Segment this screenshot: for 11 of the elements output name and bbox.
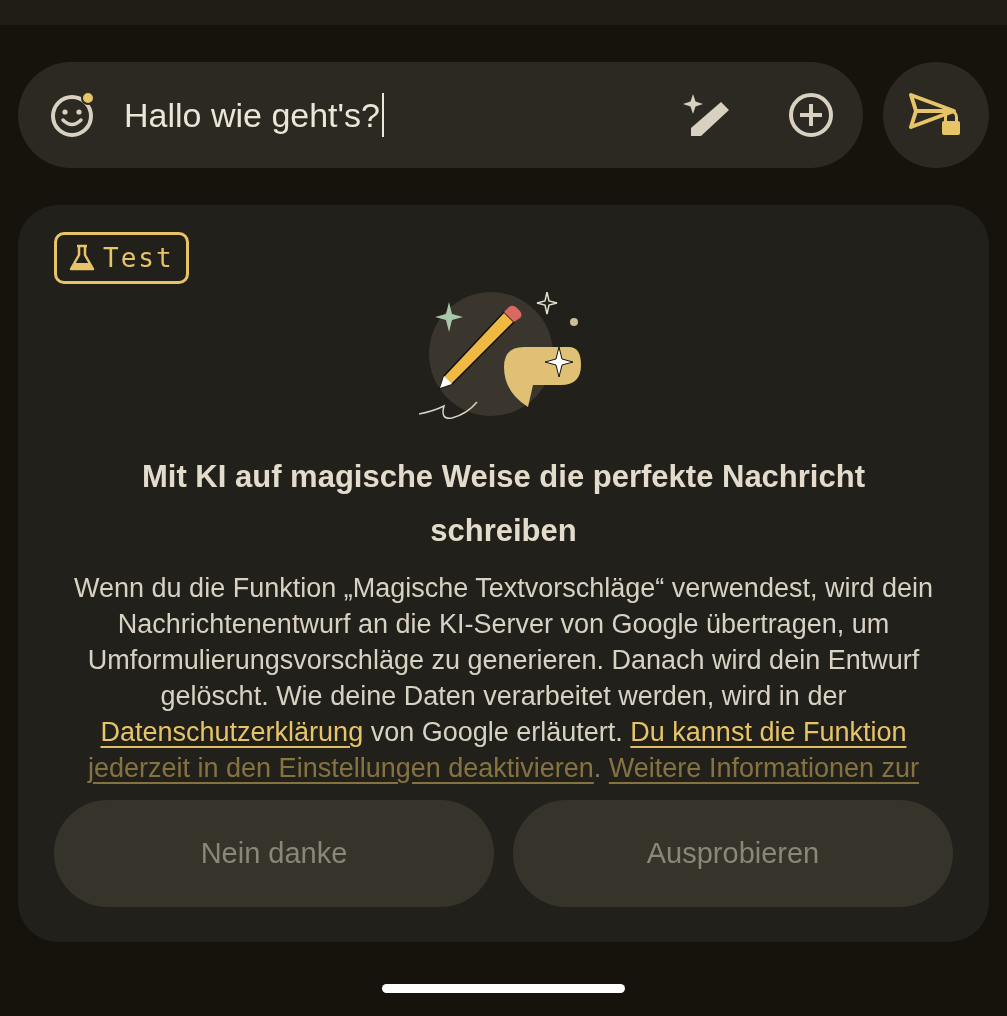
message-text: Hallo wie geht's? [124,93,384,137]
privacy-notice: Wenn du die Funktion „Magische Textvorschläge“ verwendest, wird dein Nachrichtenentwurf an die KI-Server von Google übertragen, um Umformulierungsvorschläge zu generieren. Danach wird dein Entwurf gelöscht. Wie deine Daten verarbeitet werden, wird in der Datenschutzerklärung von Google erläutert. Du kannst die Funktion jederzeit in den Einstellungen deaktivieren. Weitere Informationen zur [73,572,934,785]
card-title: Mit KI auf magische Weise die perfekte Nachricht schreiben [141,458,866,550]
privacy-link[interactable]: Du kannst die Funktion [630,717,907,747]
test-badge: Test [54,232,189,284]
privacy-link[interactable]: Weitere Informationen zur [608,753,919,783]
add-icon[interactable] [787,91,835,139]
privacy-link[interactable]: Datenschutzerklärung [100,717,364,747]
flask-icon [69,244,95,272]
message-field[interactable]: Hallo wie geht's? [18,62,863,168]
privacy-link[interactable]: jederzeit in den Einstellungen deaktivieren [88,753,594,783]
